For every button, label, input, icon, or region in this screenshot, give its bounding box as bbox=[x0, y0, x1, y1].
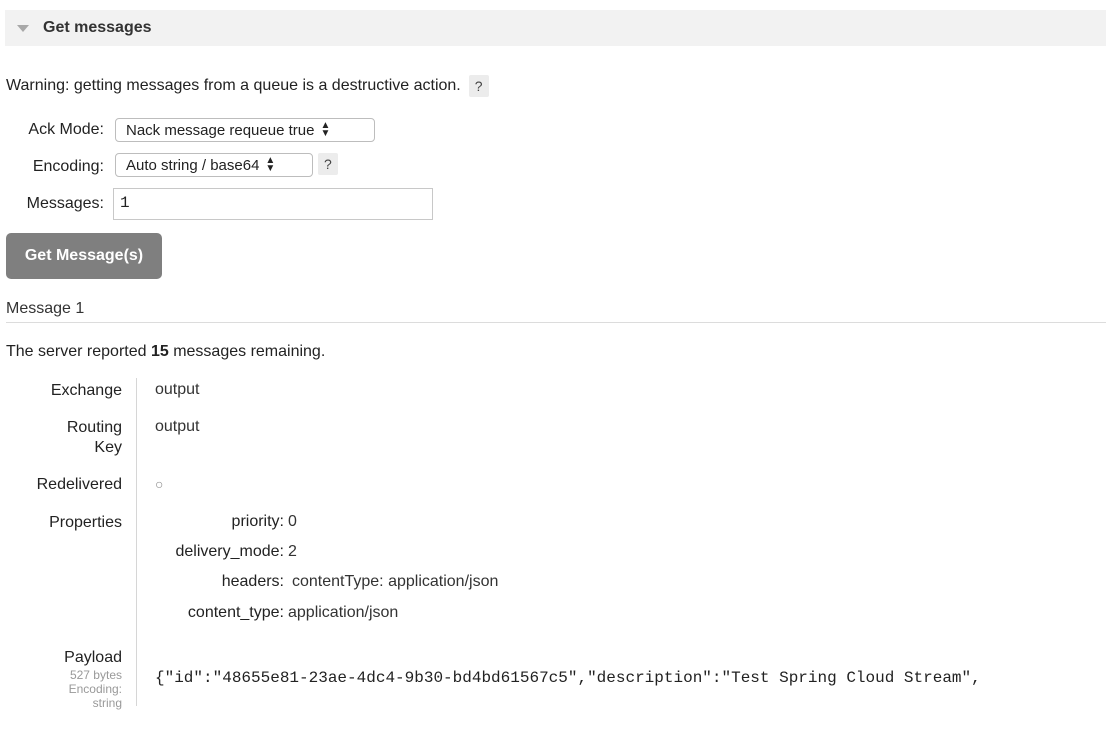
payload-encoding-label: Encoding: bbox=[68, 682, 122, 696]
headers-content-type-value: application/json bbox=[388, 573, 499, 590]
headers-value: contentType: application/json bbox=[292, 573, 498, 591]
routing-key-label-line2: Key bbox=[94, 439, 122, 456]
properties-label: Properties bbox=[49, 514, 122, 531]
select-arrows-icon: ▲ ▼ bbox=[320, 120, 331, 139]
collapse-triangle-icon[interactable] bbox=[17, 24, 29, 32]
encoding-help-button[interactable]: ? bbox=[318, 153, 338, 175]
messages-count-input[interactable]: 1 bbox=[113, 188, 433, 220]
headers-label: headers: bbox=[221, 573, 284, 590]
headers-key: contentType: bbox=[292, 573, 384, 590]
warning-help-button[interactable]: ? bbox=[468, 75, 489, 97]
routing-key-value: output bbox=[155, 418, 200, 435]
routing-key-label: Routing Key bbox=[10, 418, 122, 458]
warning-row: Warning: getting messages from a queue i… bbox=[6, 75, 489, 97]
ack-mode-value: Nack message requeue true bbox=[126, 121, 315, 139]
warning-text: Warning: getting messages from a queue i… bbox=[6, 77, 461, 94]
details-table-divider bbox=[136, 378, 137, 706]
priority-label: priority: bbox=[231, 513, 284, 530]
delivery-mode-label: delivery_mode: bbox=[175, 543, 285, 560]
encoding-value: Auto string / base64 bbox=[126, 156, 260, 174]
remaining-count: 15 bbox=[150, 343, 169, 360]
get-messages-button[interactable]: Get Message(s) bbox=[6, 233, 162, 279]
payload-label: Payload 527 bytes Encoding: string bbox=[10, 648, 122, 710]
get-messages-section-header[interactable]: Get messages bbox=[5, 10, 1106, 46]
content-type-label: content_type: bbox=[187, 604, 284, 621]
redelivered-circle-icon: ○ bbox=[155, 476, 164, 492]
payload-text: {"id":"48655e81-23ae-4dc4-9b30-bd4bd6156… bbox=[155, 669, 981, 687]
ack-mode-select[interactable]: Nack message requeue true ▲ ▼ bbox=[115, 118, 375, 142]
routing-key-label-line1: Routing bbox=[66, 419, 122, 436]
remaining-suffix: messages remaining. bbox=[168, 343, 326, 360]
content-type-value: application/json bbox=[288, 604, 399, 621]
exchange-value: output bbox=[155, 381, 200, 398]
remaining-text: The server reported 15 messages remainin… bbox=[6, 343, 325, 361]
exchange-label: Exchange bbox=[50, 382, 122, 399]
payload-title: Payload bbox=[64, 649, 122, 666]
messages-label: Messages: bbox=[26, 195, 104, 212]
encoding-label: Encoding: bbox=[32, 158, 104, 175]
remaining-prefix: The server reported bbox=[6, 343, 151, 360]
section-title: Get messages bbox=[43, 19, 152, 36]
ack-mode-label: Ack Mode: bbox=[28, 121, 104, 138]
payload-size: 527 bytes bbox=[69, 668, 122, 682]
delivery-mode-value: 2 bbox=[288, 543, 297, 560]
priority-value: 0 bbox=[288, 513, 297, 530]
message-heading: Message 1 bbox=[6, 300, 85, 317]
encoding-select[interactable]: Auto string / base64 ▲ ▼ bbox=[115, 153, 313, 177]
message-divider bbox=[6, 322, 1106, 323]
redelivered-label: Redelivered bbox=[36, 476, 122, 493]
select-arrows-icon: ▲ ▼ bbox=[265, 155, 276, 174]
payload-encoding-value: string bbox=[92, 696, 122, 710]
